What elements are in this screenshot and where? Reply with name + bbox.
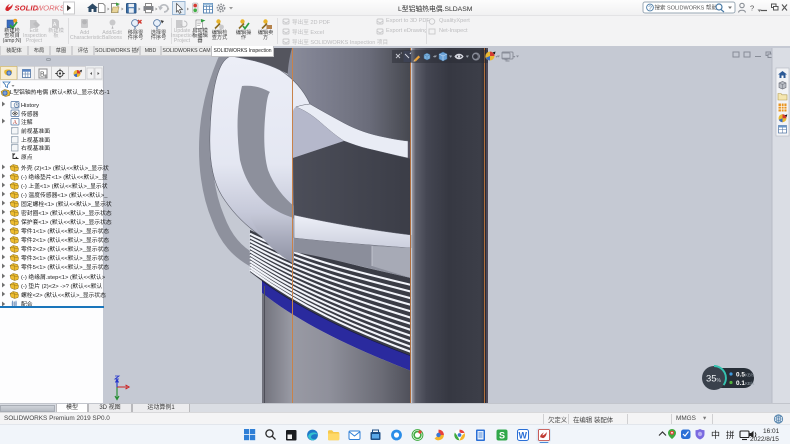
svg-text:S: S	[499, 431, 505, 441]
svg-text:B: B	[40, 72, 45, 79]
svg-text:SOLID: SOLID	[15, 4, 39, 13]
svg-text:35: 35	[706, 374, 717, 385]
svg-text:0.1: 0.1	[736, 380, 745, 387]
svg-text:KB/s: KB/s	[745, 381, 755, 386]
svg-text:搜索 SOLIDWORKS 帮助: 搜索 SOLIDWORKS 帮助	[655, 4, 718, 12]
svg-text:W: W	[519, 431, 528, 441]
svg-text:%: %	[717, 378, 722, 384]
svg-text:KB/s: KB/s	[745, 373, 755, 378]
svg-text:?: ?	[750, 4, 754, 13]
svg-text:?: ?	[648, 5, 652, 12]
svg-text:0.5: 0.5	[736, 372, 745, 379]
svg-text:中: 中	[711, 429, 720, 440]
svg-text:WORKS: WORKS	[36, 4, 65, 13]
svg-text:A: A	[13, 120, 18, 126]
svg-text:拼: 拼	[726, 430, 735, 440]
